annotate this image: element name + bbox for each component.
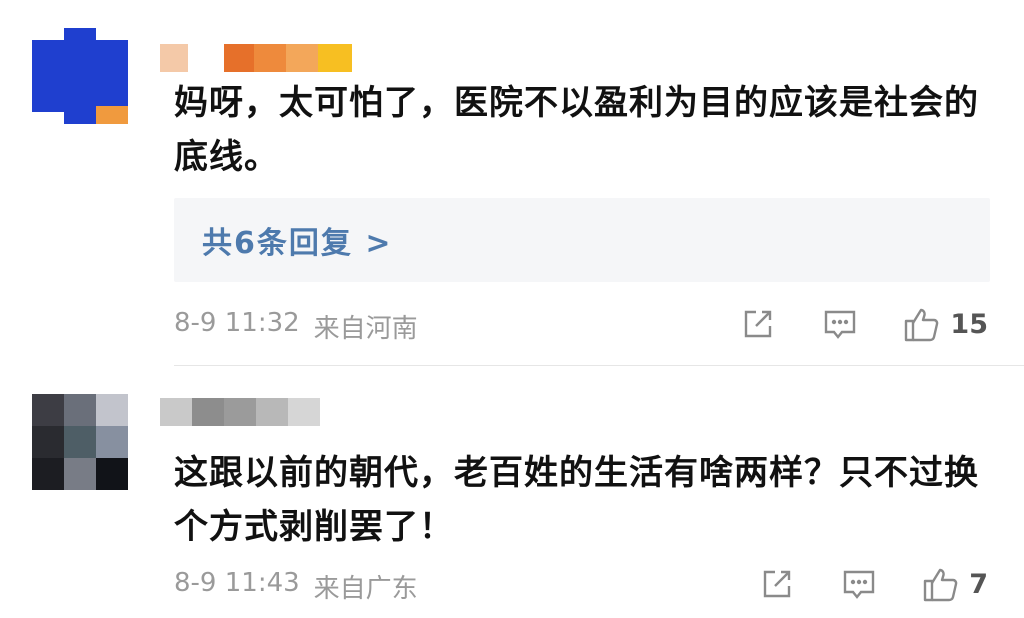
comment-icon bbox=[825, 310, 856, 339]
comment-icon bbox=[844, 570, 875, 599]
avatar[interactable] bbox=[32, 394, 128, 490]
comment-location: 来自河南 bbox=[313, 314, 418, 344]
comment-item: 这跟以前的朝代，老百姓的生活有啥两样？只不过换个方式剥削罢了！ 8-9 11:4… bbox=[0, 366, 1024, 618]
comment-item: 妈呀，太可怕了，医院不以盈利为目的应该是社会的底线。 共6条回复 > 8-9 1… bbox=[0, 0, 1024, 366]
avatar[interactable] bbox=[32, 28, 128, 124]
thumbs-up-icon bbox=[905, 308, 939, 342]
comment-meta: 8-9 11:32 来自河南 bbox=[174, 308, 418, 345]
share-button[interactable] bbox=[759, 566, 795, 602]
share-icon bbox=[764, 570, 791, 598]
view-replies-link[interactable]: 共6条回复 > bbox=[202, 218, 392, 262]
username-blurred[interactable] bbox=[160, 44, 352, 72]
comment-actions: 7 bbox=[759, 564, 988, 604]
like-button[interactable]: 15 bbox=[902, 304, 988, 344]
comment-text: 这跟以前的朝代，老百姓的生活有啥两样？只不过换个方式剥削罢了！ bbox=[174, 453, 979, 547]
share-button[interactable] bbox=[740, 306, 776, 342]
reply-button[interactable] bbox=[841, 566, 877, 602]
comment-meta: 8-9 11:43 来自广东 bbox=[174, 568, 418, 605]
like-button[interactable]: 7 bbox=[921, 564, 988, 604]
thumbs-up-icon bbox=[924, 568, 958, 602]
reply-button[interactable] bbox=[822, 306, 858, 342]
comment-text: 妈呀，太可怕了，医院不以盈利为目的应该是社会的底线。 bbox=[174, 83, 979, 177]
comment-date: 8-9 11:32 bbox=[174, 308, 300, 338]
like-count: 15 bbox=[950, 308, 988, 340]
replies-box[interactable]: 共6条回复 > bbox=[174, 198, 990, 282]
comment-location: 来自广东 bbox=[313, 574, 418, 604]
like-count: 7 bbox=[969, 568, 988, 600]
share-icon bbox=[745, 310, 772, 338]
comment-actions: 15 bbox=[740, 304, 988, 344]
username-blurred[interactable] bbox=[160, 398, 320, 426]
comment-date: 8-9 11:43 bbox=[174, 568, 300, 598]
